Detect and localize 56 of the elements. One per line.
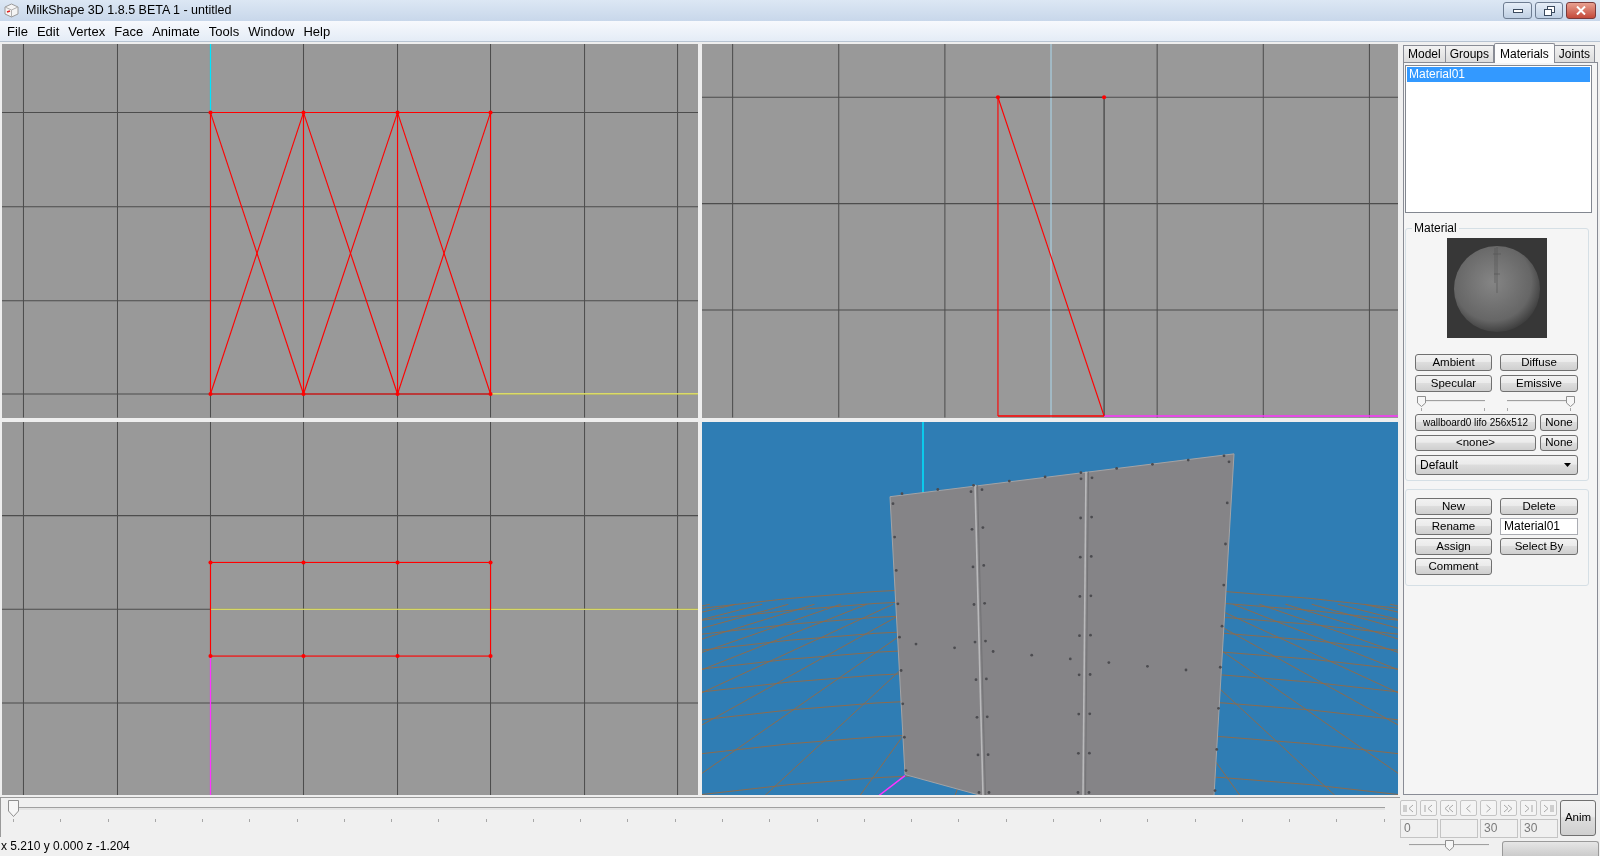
viewport[interactable] [2, 44, 698, 418]
clear-alpha-map-button[interactable]: None [1540, 435, 1578, 451]
axis-line [209, 44, 212, 114]
menu-item[interactable]: Window [244, 24, 299, 38]
viewport[interactable] [702, 44, 1398, 418]
assign-button[interactable]: Assign [1415, 538, 1492, 555]
color-button[interactable]: Diffuse [1500, 354, 1578, 371]
texture-button[interactable]: wallboard0 lifo 256x512 [1415, 414, 1536, 431]
restore-button[interactable] [1535, 2, 1563, 19]
bars-chevron-left-icon [1403, 803, 1414, 813]
tab[interactable]: Joints [1553, 45, 1596, 62]
select-by-button[interactable]: Select By [1500, 538, 1578, 555]
menu-item[interactable]: Vertex [64, 24, 110, 38]
chevron-right-icon [1483, 803, 1494, 813]
menu-item[interactable]: File [3, 24, 32, 38]
cube-icon [4, 3, 19, 18]
caret-icon [1564, 463, 1571, 467]
menu-item[interactable]: Face [110, 24, 148, 38]
color-button[interactable]: Emissive [1500, 375, 1578, 392]
status-text: x 5.210 y 0.000 z -1.204 [1, 840, 130, 852]
minimize-button[interactable] [1503, 2, 1532, 19]
perspective-viewport[interactable] [702, 421, 1398, 795]
mode-dropdown[interactable]: Default [1415, 455, 1578, 475]
menu-item[interactable]: Edit [32, 24, 64, 38]
bar-chevron-left-icon [1423, 803, 1434, 813]
tab[interactable]: Materials [1494, 43, 1555, 63]
double-chevron-left-icon [1443, 803, 1454, 813]
axis-line [878, 774, 906, 795]
new-button[interactable]: New [1415, 498, 1492, 515]
chevron-right-bar-icon [1523, 803, 1534, 813]
slider-thumb[interactable] [8, 800, 19, 817]
chevron-right-bars-icon [1543, 803, 1554, 813]
alpha-map-button[interactable]: <none> [1415, 435, 1536, 451]
tab[interactable]: Groups [1444, 45, 1495, 62]
tab[interactable]: Model [1403, 45, 1446, 62]
chevron-left-icon [1463, 803, 1474, 813]
comment-button[interactable]: Comment [1415, 558, 1492, 575]
double-chevron-right-icon [1503, 803, 1514, 813]
slider-thumb[interactable] [1417, 396, 1426, 407]
delete-button[interactable]: Delete [1500, 498, 1578, 515]
name-field[interactable]: Material01 [1500, 518, 1578, 535]
close-icon [1576, 6, 1586, 15]
viewport[interactable] [2, 421, 698, 795]
menu-item[interactable]: Help [299, 24, 335, 38]
menu-item[interactable]: Tools [204, 24, 244, 38]
menu-item[interactable]: Animate [148, 24, 204, 38]
color-button[interactable]: Specular [1415, 375, 1492, 392]
color-button[interactable]: Ambient [1415, 354, 1492, 371]
minimize-icon [1512, 8, 1523, 13]
restore-icon [1543, 5, 1555, 16]
slider-thumb[interactable] [1566, 396, 1575, 407]
clear-texture-button[interactable]: None [1540, 414, 1578, 431]
group-title: Material [1412, 221, 1459, 235]
window-title: MilkShape 3D 1.8.5 BETA 1 - untitled [26, 4, 232, 17]
close-button[interactable] [1566, 2, 1596, 19]
rename-button[interactable]: Rename [1415, 518, 1492, 535]
